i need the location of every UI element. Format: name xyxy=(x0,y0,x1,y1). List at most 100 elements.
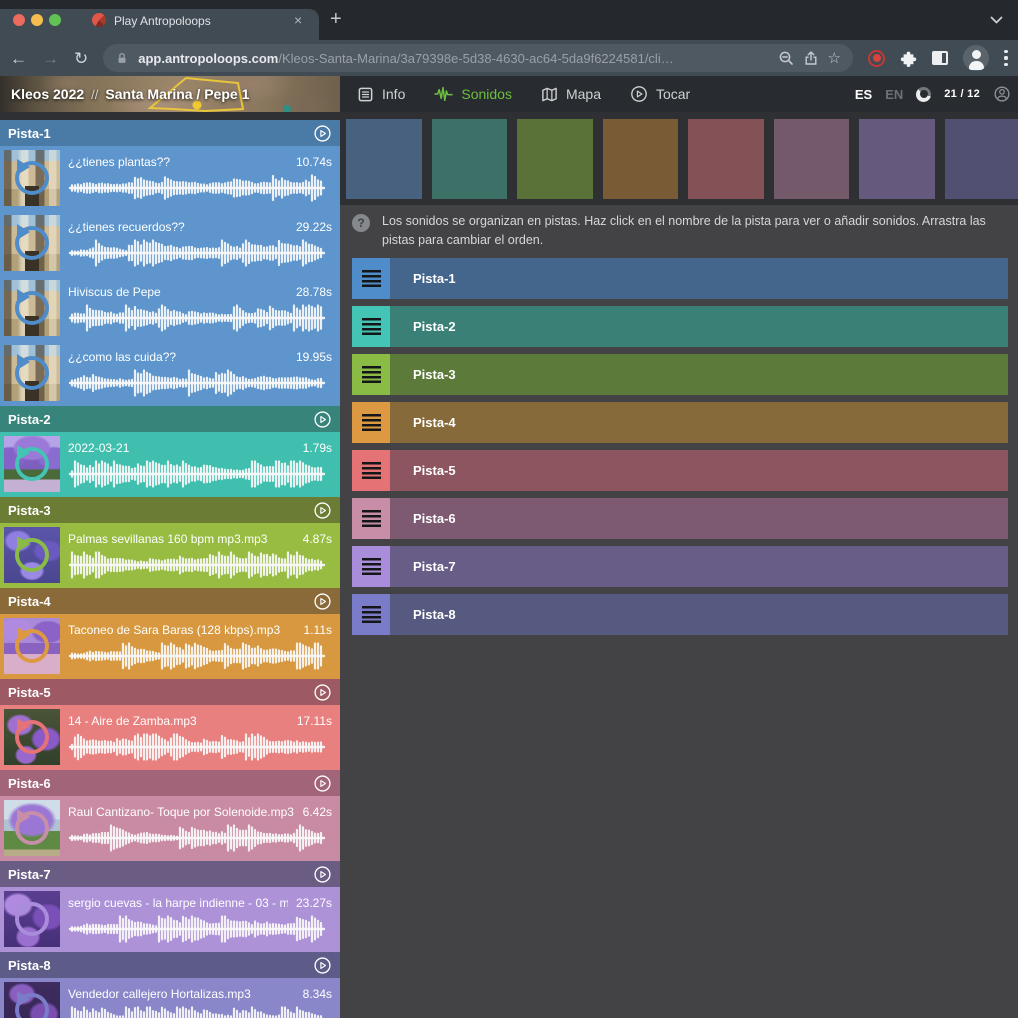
sound-clip[interactable]: Taconeo de Sara Baras (128 kbps).mp3 1.1… xyxy=(0,614,340,679)
clip-waveform[interactable] xyxy=(68,368,326,400)
track-row-pista-2[interactable]: Pista-2 xyxy=(352,306,1008,347)
drag-handle[interactable] xyxy=(352,258,390,299)
nav-tab-tocar[interactable]: Tocar xyxy=(630,85,690,103)
sound-clip[interactable]: 14 - Aire de Zamba.mp3 17.11s xyxy=(0,705,340,770)
share-icon[interactable] xyxy=(803,50,819,66)
sound-clip[interactable]: ¿¿tienes plantas?? 10.74s xyxy=(0,146,340,211)
track-row-pista-5[interactable]: Pista-5 xyxy=(352,450,1008,491)
nav-tab-mapa[interactable]: Mapa xyxy=(541,86,601,103)
nav-tab-sonidos[interactable]: Sonidos xyxy=(434,86,512,102)
clip-thumbnail[interactable] xyxy=(4,709,60,765)
clip-waveform[interactable] xyxy=(68,550,326,582)
track-row-body[interactable]: Pista-7 xyxy=(390,546,1008,587)
track-row-pista-6[interactable]: Pista-6 xyxy=(352,498,1008,539)
clip-thumbnail[interactable] xyxy=(4,618,60,674)
clip-thumbnail[interactable] xyxy=(4,215,60,271)
new-tab-button[interactable]: + xyxy=(330,8,342,31)
maximize-window-button[interactable] xyxy=(49,14,61,26)
clip-thumbnail[interactable] xyxy=(4,345,60,401)
nav-tab-info[interactable]: Info xyxy=(357,86,405,103)
account-icon[interactable] xyxy=(993,85,1011,103)
sidebar-track-header[interactable]: Pista-4 xyxy=(0,588,340,614)
track-swatch-pista-6[interactable] xyxy=(774,119,850,199)
back-button[interactable]: ← xyxy=(10,50,27,67)
sidebar-track-header[interactable]: Pista-7 xyxy=(0,861,340,887)
clip-waveform[interactable] xyxy=(68,303,326,335)
track-swatch-pista-4[interactable] xyxy=(603,119,679,199)
track-swatch-pista-3[interactable] xyxy=(517,119,593,199)
track-swatch-pista-1[interactable] xyxy=(346,119,422,199)
sound-clip[interactable]: sergio cuevas - la harpe indienne - 03 -… xyxy=(0,887,340,952)
drag-handle[interactable] xyxy=(352,498,390,539)
clip-waveform[interactable] xyxy=(68,459,326,491)
sidebar-track-header[interactable]: Pista-2 xyxy=(0,406,340,432)
tab-title[interactable]: Play Antropoloops xyxy=(114,14,279,28)
sound-clip[interactable]: Vendedor callejero Hortalizas.mp3 8.34s xyxy=(0,978,340,1018)
track-play-icon[interactable] xyxy=(313,124,332,143)
sidebar-track-header[interactable]: Pista-6 xyxy=(0,770,340,796)
sound-clip[interactable]: ¿¿tienes recuerdos?? 29.22s xyxy=(0,211,340,276)
clip-waveform[interactable] xyxy=(68,732,326,764)
language-en-button[interactable]: EN xyxy=(885,87,903,102)
drag-handle[interactable] xyxy=(352,594,390,635)
drag-handle[interactable] xyxy=(352,306,390,347)
minimize-window-button[interactable] xyxy=(31,14,43,26)
sidebar-track-header[interactable]: Pista-1 xyxy=(0,120,340,146)
track-row-body[interactable]: Pista-3 xyxy=(390,354,1008,395)
track-play-icon[interactable] xyxy=(313,501,332,520)
track-play-icon[interactable] xyxy=(313,774,332,793)
close-window-button[interactable] xyxy=(13,14,25,26)
address-bar[interactable]: app.antropoloops.com/Kleos-Santa-Marina/… xyxy=(103,44,853,72)
track-row-pista-7[interactable]: Pista-7 xyxy=(352,546,1008,587)
clip-thumbnail[interactable] xyxy=(4,891,60,947)
clip-waveform[interactable] xyxy=(68,823,326,855)
sound-clip[interactable]: 2022-03-21 1.79s xyxy=(0,432,340,497)
language-es-button[interactable]: ES xyxy=(855,87,872,102)
menu-kebab-icon[interactable] xyxy=(1004,50,1008,66)
clip-waveform[interactable] xyxy=(68,238,326,270)
clip-thumbnail[interactable] xyxy=(4,800,60,856)
zoom-icon[interactable] xyxy=(778,50,794,66)
clip-thumbnail[interactable] xyxy=(4,436,60,492)
clip-waveform[interactable] xyxy=(68,173,326,205)
tab-close-icon[interactable]: × xyxy=(294,12,302,28)
track-row-body[interactable]: Pista-6 xyxy=(390,498,1008,539)
sound-clip[interactable]: Palmas sevillanas 160 bpm mp3.mp3 4.87s xyxy=(0,523,340,588)
drag-handle[interactable] xyxy=(352,354,390,395)
track-swatch-pista-7[interactable] xyxy=(859,119,935,199)
track-row-pista-3[interactable]: Pista-3 xyxy=(352,354,1008,395)
track-swatch-pista-5[interactable] xyxy=(688,119,764,199)
tab-search-chevron-icon[interactable] xyxy=(990,16,1003,24)
sidebar-track-header[interactable]: Pista-8 xyxy=(0,952,340,978)
track-row-body[interactable]: Pista-8 xyxy=(390,594,1008,635)
reload-button[interactable]: ↻ xyxy=(74,50,88,67)
track-row-body[interactable]: Pista-5 xyxy=(390,450,1008,491)
clip-waveform[interactable] xyxy=(68,914,326,946)
clip-waveform[interactable] xyxy=(68,1005,326,1018)
clip-thumbnail[interactable] xyxy=(4,150,60,206)
clip-waveform[interactable] xyxy=(68,641,326,673)
track-play-icon[interactable] xyxy=(313,865,332,884)
drag-handle[interactable] xyxy=(352,402,390,443)
sound-clip[interactable]: ¿¿como las cuida?? 19.95s xyxy=(0,341,340,406)
track-play-icon[interactable] xyxy=(313,592,332,611)
breadcrumb-project[interactable]: Kleos 2022 xyxy=(11,86,84,102)
track-play-icon[interactable] xyxy=(313,956,332,975)
sound-clip[interactable]: Hiviscus de Pepe 28.78s xyxy=(0,276,340,341)
track-row-body[interactable]: Pista-4 xyxy=(390,402,1008,443)
track-row-pista-4[interactable]: Pista-4 xyxy=(352,402,1008,443)
clip-thumbnail[interactable] xyxy=(4,280,60,336)
track-row-pista-8[interactable]: Pista-8 xyxy=(352,594,1008,635)
sidebar-track-header[interactable]: Pista-5 xyxy=(0,679,340,705)
drag-handle[interactable] xyxy=(352,546,390,587)
track-row-pista-1[interactable]: Pista-1 xyxy=(352,258,1008,299)
forward-button[interactable]: → xyxy=(42,50,59,67)
sidebar-track-header[interactable]: Pista-3 xyxy=(0,497,340,523)
profile-avatar[interactable] xyxy=(963,45,989,71)
track-row-body[interactable]: Pista-2 xyxy=(390,306,1008,347)
track-swatch-pista-2[interactable] xyxy=(432,119,508,199)
record-extension-icon[interactable] xyxy=(868,50,885,67)
track-play-icon[interactable] xyxy=(313,683,332,702)
bookmark-star-icon[interactable]: ☆ xyxy=(828,49,841,67)
sound-clip[interactable]: Raul Cantizano- Toque por Solenoide.mp3 … xyxy=(0,796,340,861)
